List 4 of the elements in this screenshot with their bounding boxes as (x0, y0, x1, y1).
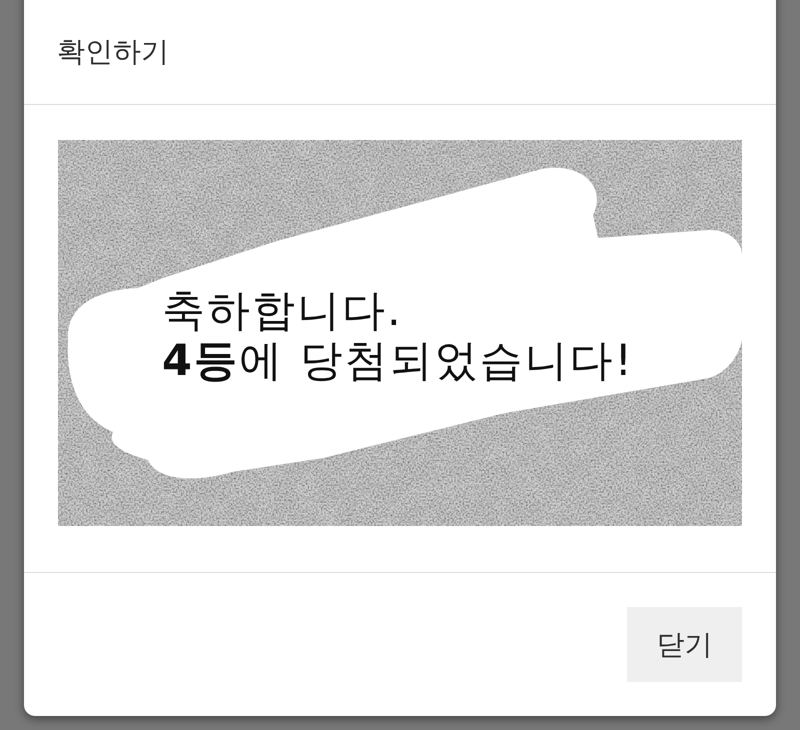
prize-message: 축하합니다. (162, 286, 403, 336)
dialog-title: 확인하기 (57, 34, 169, 70)
prize-message: 4등에 당첨되었습니다! (162, 336, 634, 386)
close-button[interactable]: 닫기 (627, 607, 742, 682)
